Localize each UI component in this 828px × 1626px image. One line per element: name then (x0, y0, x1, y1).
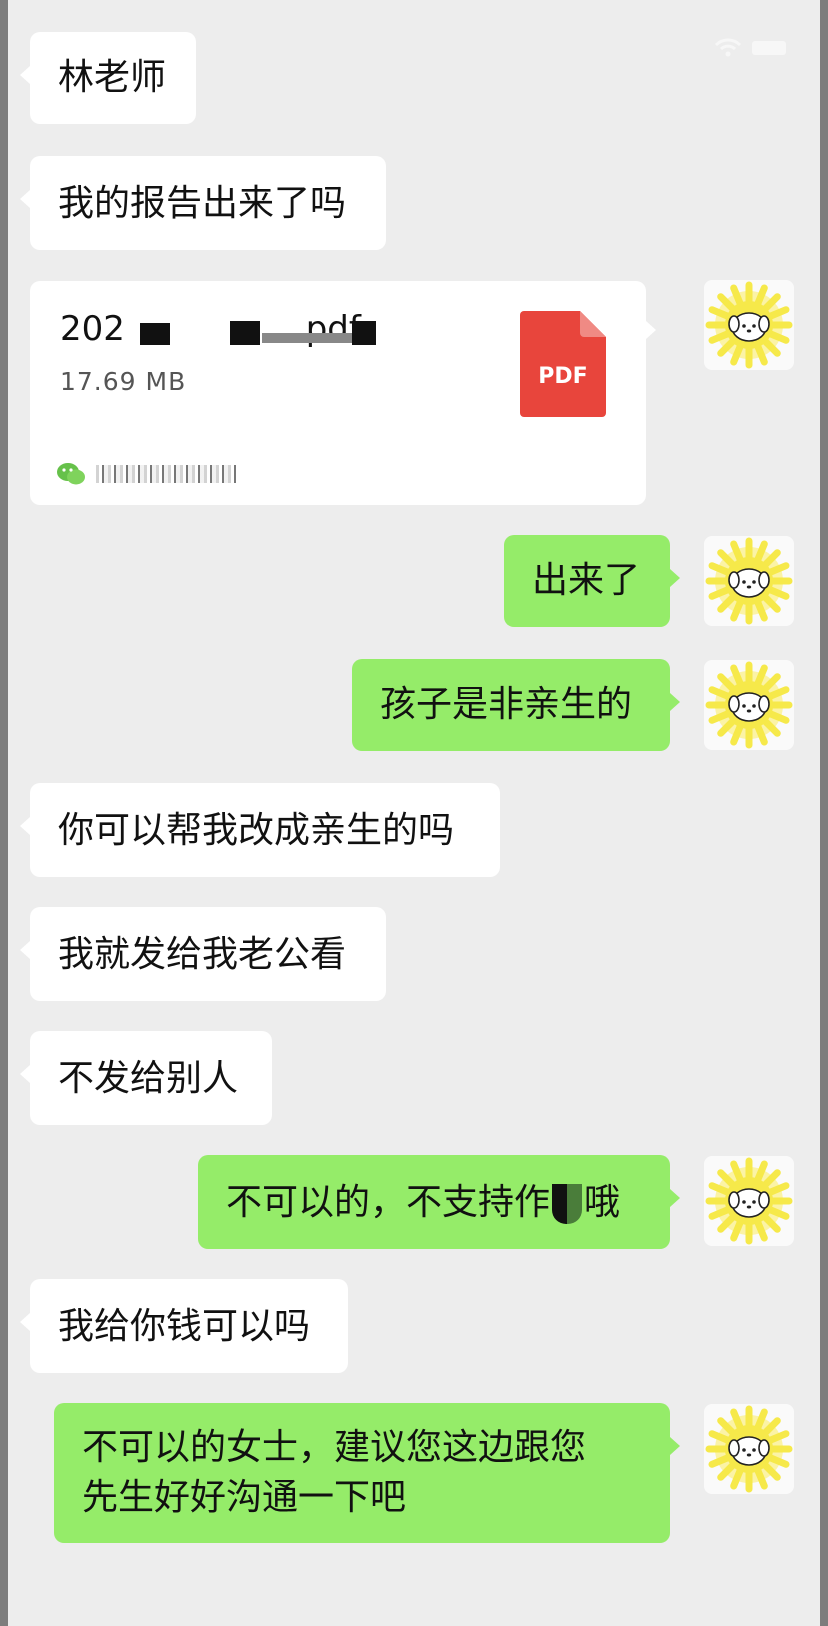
message-text-part: 不可以的，不支持作 (226, 1182, 551, 1223)
message-bubble-outgoing[interactable]: 出来了 (504, 535, 680, 627)
censor-mark (552, 1184, 583, 1224)
message-text: 你可以帮我改成亲生的吗 (58, 810, 455, 851)
message-bubble-outgoing[interactable]: 孩子是非亲生的 (352, 659, 680, 751)
redaction-block (262, 333, 352, 343)
message-text: 我的报告出来了吗 (58, 183, 347, 224)
message-text: 出来了 (532, 560, 641, 601)
sun-puppy-avatar-icon (705, 281, 793, 369)
battery-icon (752, 41, 786, 55)
frame-edge-left (0, 0, 8, 1626)
file-message-card[interactable]: 202 .pdf 17.69 MB PDF (30, 281, 656, 505)
sun-puppy-avatar-icon (705, 537, 793, 625)
avatar[interactable] (704, 660, 794, 750)
message-text: 孩子是非亲生的 (380, 684, 633, 725)
frame-edge-right (820, 0, 828, 1626)
message-bubble-incoming[interactable]: 我就发给我老公看 (20, 907, 386, 1001)
redaction-block (140, 323, 170, 345)
message-bubble-incoming[interactable]: 林老师 (20, 32, 196, 124)
message-text: 我就发给我老公看 (58, 934, 347, 975)
file-source (56, 461, 236, 487)
message-bubble-outgoing[interactable]: 不可以的女士，建议您这边跟您 先生好好沟通一下吧 (54, 1403, 680, 1543)
pdf-type-label: PDF (538, 364, 587, 389)
file-name-prefix: 202 (60, 309, 125, 349)
redaction-block (352, 321, 376, 345)
message-text: 我给你钱可以吗 (58, 1306, 311, 1347)
source-name-blurred (96, 465, 236, 483)
avatar[interactable] (704, 280, 794, 370)
avatar[interactable] (704, 1156, 794, 1246)
pdf-file-icon: PDF (520, 311, 606, 417)
avatar[interactable] (704, 1404, 794, 1494)
sun-puppy-avatar-icon (705, 661, 793, 749)
redaction-block (230, 321, 260, 345)
message-bubble-outgoing[interactable]: 不可以的，不支持作哦 (198, 1155, 680, 1249)
message-bubble-incoming[interactable]: 你可以帮我改成亲生的吗 (20, 783, 500, 877)
file-size: 17.69 MB (60, 367, 187, 396)
sun-puppy-avatar-icon (705, 1157, 793, 1245)
status-bar (714, 38, 786, 58)
wifi-icon (714, 38, 742, 57)
message-text-line: 不可以的女士，建议您这边跟您 (82, 1427, 587, 1468)
message-text: 林老师 (58, 57, 167, 98)
message-text-line: 先生好好沟通一下吧 (82, 1477, 407, 1518)
message-bubble-incoming[interactable]: 我的报告出来了吗 (20, 156, 386, 250)
sun-puppy-avatar-icon (705, 1405, 793, 1493)
wechat-icon (57, 463, 85, 485)
message-text: 不发给别人 (58, 1058, 239, 1099)
message-bubble-incoming[interactable]: 我给你钱可以吗 (20, 1279, 348, 1373)
message-text: 不可以的，不支持作哦 (226, 1177, 642, 1229)
file-name: 202 .pdf (60, 307, 361, 351)
message-bubble-incoming[interactable]: 不发给别人 (20, 1031, 272, 1125)
avatar[interactable] (704, 536, 794, 626)
file-name-suffix: .pdf (294, 309, 361, 349)
message-text-part: 哦 (584, 1182, 621, 1223)
